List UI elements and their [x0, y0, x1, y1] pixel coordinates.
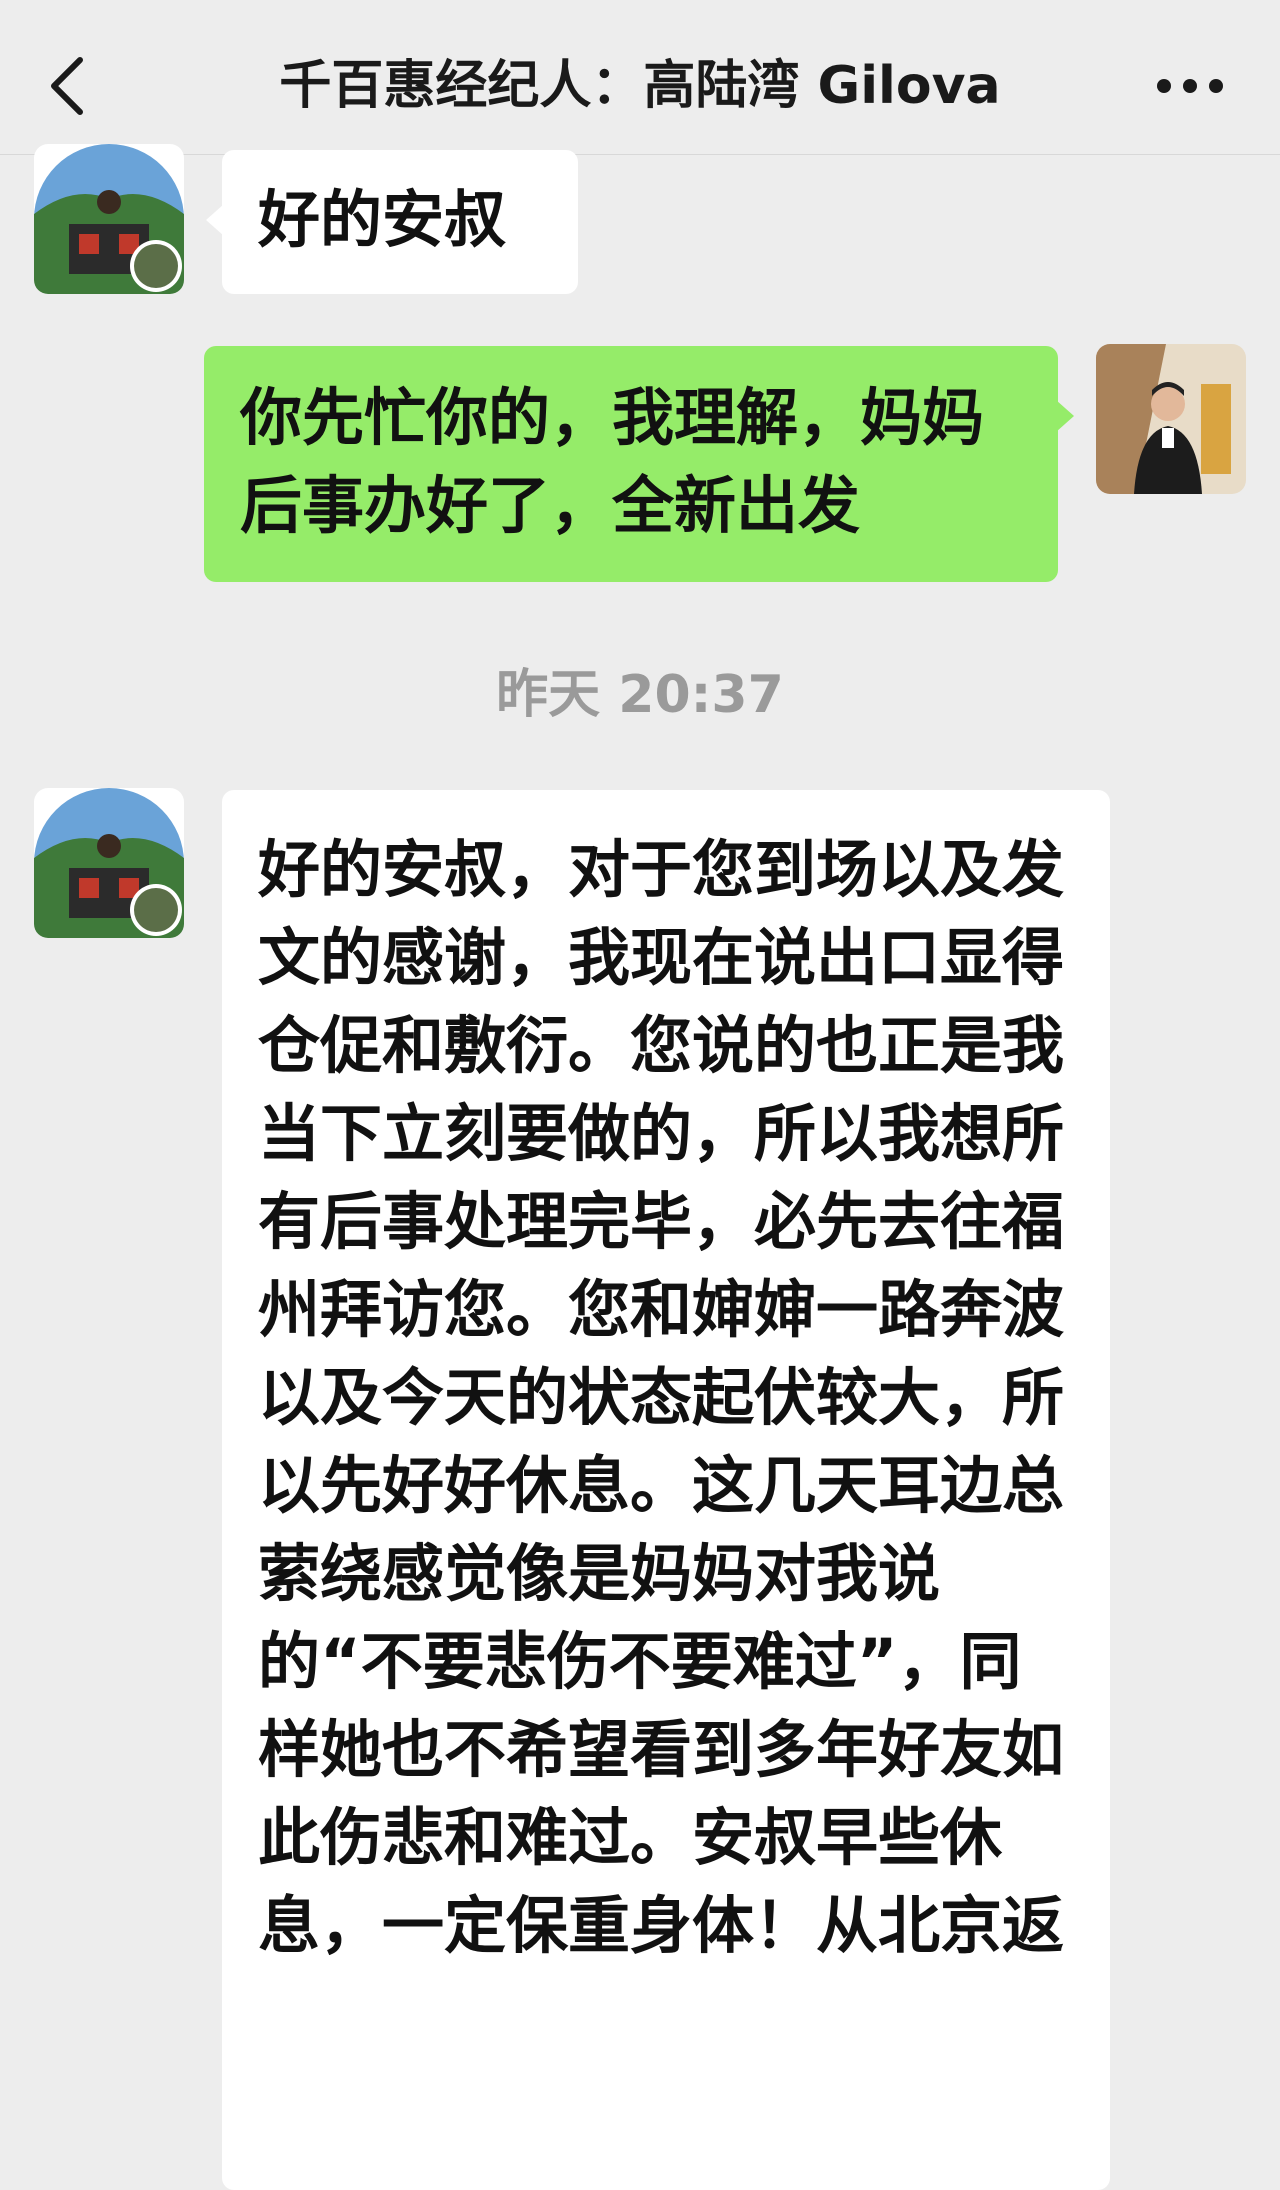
self-avatar[interactable] [1096, 344, 1246, 494]
contact-avatar-image [34, 144, 184, 294]
contact-avatar[interactable] [34, 788, 184, 938]
message-bubble[interactable]: 好的安叔 [206, 150, 578, 294]
message-text: 你先忙你的，我理解，妈妈后事办好了，全新出发 [240, 381, 985, 542]
self-avatar-image [1096, 344, 1246, 494]
message-bubble-self[interactable]: 你先忙你的，我理解，妈妈后事办好了，全新出发 [204, 346, 1074, 582]
more-icon[interactable] [1150, 66, 1230, 106]
message-timestamp: 昨天 20:37 [496, 665, 784, 725]
contact-avatar-image [34, 788, 184, 938]
navigation-bar: 千百惠经纪人：高陆湾 Gilova [0, 0, 1280, 155]
message-text: 好的安叔，对于您到场以及发文的感谢，我现在说出口显得仓促和敷衍。您说的也正是我当… [258, 833, 1065, 1962]
message-bubble[interactable]: 好的安叔，对于您到场以及发文的感谢，我现在说出口显得仓促和敷衍。您说的也正是我当… [222, 790, 1110, 2190]
chat-title: 千百惠经纪人：高陆湾 Gilova [279, 56, 1001, 116]
message-text: 好的安叔 [258, 183, 507, 256]
chevron-left-icon[interactable] [48, 56, 88, 116]
contact-avatar[interactable] [34, 144, 184, 294]
